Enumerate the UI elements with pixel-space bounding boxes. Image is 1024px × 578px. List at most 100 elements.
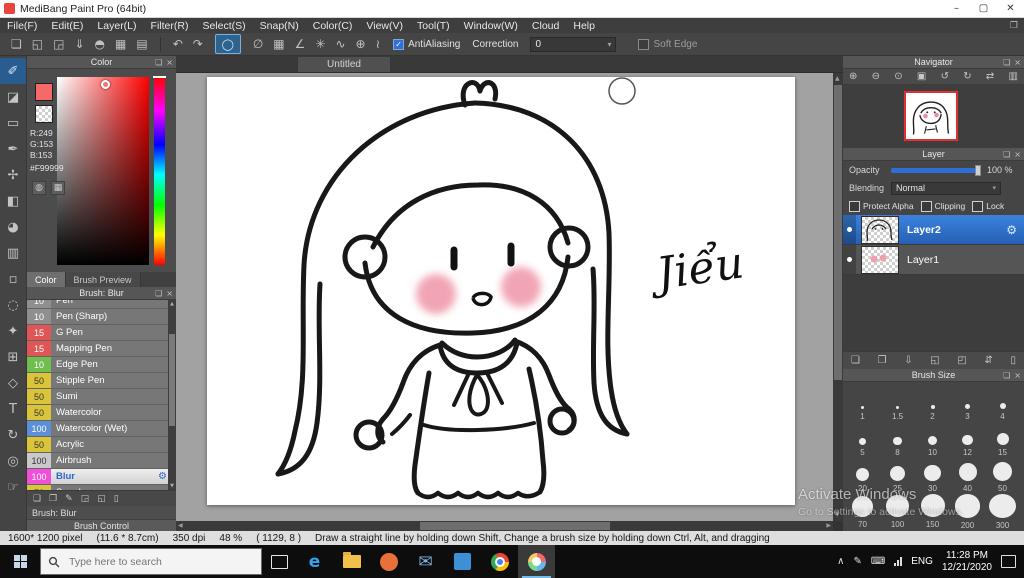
add-brush-icon[interactable]: ❏ [33, 494, 41, 504]
app-medibang[interactable] [518, 545, 555, 578]
brush-size-1-5[interactable]: 1.5 [880, 386, 915, 422]
scrollbar-thumb[interactable] [169, 334, 175, 426]
pen-tool[interactable]: ✒ [0, 136, 26, 162]
brush-size-20[interactable]: 20 [845, 458, 880, 494]
network-icon[interactable] [894, 557, 903, 566]
brush-size-200[interactable]: 200 [950, 494, 985, 530]
menu-edit-e[interactable]: Edit(E) [44, 20, 90, 32]
layer-panel-header[interactable]: Layer ❏ × [843, 148, 1024, 161]
color-panel-header[interactable]: Color ❏ × [27, 56, 176, 69]
brush-size-150[interactable]: 150 [915, 494, 950, 530]
pen-settings-icon[interactable]: ✎ [853, 556, 861, 567]
color-wheel-icon[interactable]: ◍ [32, 181, 46, 195]
save-icon[interactable]: ◲ [53, 37, 64, 51]
brush-size-8[interactable]: 8 [880, 422, 915, 458]
duplicate-brush-icon[interactable]: ❐ [49, 494, 57, 504]
brush-item-edge-pen[interactable]: 10 Edge Pen [27, 357, 176, 373]
layer-settings-icon[interactable]: ⚙ [1006, 223, 1017, 237]
snap-circle-icon[interactable]: ⊕ [356, 37, 366, 51]
checkbox-clipping[interactable]: Clipping [920, 200, 965, 212]
background-color-swatch[interactable] [35, 105, 53, 123]
menu-file-f[interactable]: File(F) [0, 20, 44, 32]
layer-folder-icon[interactable]: ◰ [957, 355, 966, 366]
merge-down-icon[interactable]: ⇩ [904, 355, 912, 366]
bucket-tool[interactable]: ◕ [0, 214, 26, 240]
snap-curve-icon[interactable]: ∿ [335, 37, 345, 51]
tab-brush-preview[interactable]: Brush Preview [65, 272, 141, 287]
color-picker-handle[interactable] [101, 80, 110, 89]
scroll-right-icon[interactable]: ▶ [826, 522, 831, 530]
brush-item-stipple-pen[interactable]: 50 Stipple Pen [27, 373, 176, 389]
scroll-down-icon[interactable]: ▼ [168, 483, 176, 489]
close-icon[interactable]: × [166, 58, 173, 67]
popout-icon[interactable]: ❏ [1003, 371, 1010, 380]
touch-keyboard-icon[interactable]: ⌨ [871, 556, 885, 567]
scroll-down-icon[interactable]: ▼ [835, 511, 840, 519]
navigator-header[interactable]: Navigator ❏ × [843, 56, 1024, 69]
snap-angle-icon[interactable]: ∠ [295, 37, 306, 51]
antialiasing-checkbox[interactable]: ✓ AntiAliasing [393, 38, 472, 50]
menu-select-s[interactable]: Select(S) [195, 20, 252, 32]
brush-size-1[interactable]: 1 [845, 386, 880, 422]
brush-item-watercolor[interactable]: 50 Watercolor [27, 405, 176, 421]
layer-visibility-toggle[interactable] [843, 215, 856, 244]
popout-icon[interactable]: ❏ [155, 58, 162, 67]
menu-layer-l[interactable]: Layer(L) [90, 20, 143, 32]
hand-tool[interactable]: ☞ [0, 474, 26, 500]
restore-icon[interactable]: ❐ [1010, 21, 1018, 31]
snap-radial-icon[interactable]: ✳ [315, 37, 325, 51]
taskbar-search[interactable] [40, 548, 262, 575]
brush-item-acrylic[interactable]: 50 Acrylic [27, 437, 176, 453]
task-view-button[interactable] [262, 545, 296, 578]
brush-item-smudge[interactable]: 70 Smudge [27, 485, 176, 490]
rotate-tool[interactable]: ↻ [0, 422, 26, 448]
menu-view-v[interactable]: View(V) [359, 20, 410, 32]
zoom-in-icon[interactable]: ⊕ [849, 71, 857, 82]
material-icon[interactable]: ▤ [136, 37, 147, 51]
move-tool[interactable]: ✢ [0, 162, 26, 188]
add-folder-icon[interactable]: ◱ [930, 355, 939, 366]
brush-size-30[interactable]: 30 [915, 458, 950, 494]
export-icon[interactable]: ⇓ [74, 37, 84, 51]
checkbox-lock[interactable]: Lock [972, 200, 1004, 212]
window-minimize-button[interactable]: – [943, 0, 970, 18]
correction-dropdown[interactable]: 0 ▾ [530, 36, 617, 52]
redo-icon[interactable]: ↷ [193, 37, 203, 51]
brush-item-blur[interactable]: 100 Blur ⚙ [27, 469, 176, 485]
blending-dropdown[interactable]: Normal ▾ [891, 181, 1001, 195]
brush-size-25[interactable]: 25 [880, 458, 915, 494]
brush-item-pen[interactable]: 10 Pen [27, 300, 176, 309]
brush-folder-icon[interactable]: ◱ [97, 494, 106, 504]
tab-untitled[interactable]: Untitled [298, 57, 390, 72]
spread-view-icon[interactable]: ▥ [1009, 71, 1018, 82]
menu-tool-t[interactable]: Tool(T) [410, 20, 457, 32]
start-button[interactable] [0, 545, 40, 578]
reorder-layer-icon[interactable]: ⇵ [984, 355, 992, 366]
close-icon[interactable]: × [1014, 150, 1021, 159]
brush-size-40[interactable]: 40 [950, 458, 985, 494]
brush-item-watercolor-wet[interactable]: 100 Watercolor (Wet) [27, 421, 176, 437]
scrollbar-thumb[interactable] [834, 85, 842, 380]
open-icon[interactable]: ◱ [32, 37, 43, 51]
language-indicator[interactable]: ENG [911, 556, 933, 567]
zoom-actual-icon[interactable]: ⊙ [894, 71, 902, 82]
brush-size-5[interactable]: 5 [845, 422, 880, 458]
brush-size-12[interactable]: 12 [950, 422, 985, 458]
menu-help[interactable]: Help [566, 20, 602, 32]
action-center-icon[interactable] [1001, 555, 1016, 568]
gradient-tool[interactable]: ▥ [0, 240, 26, 266]
app-store[interactable] [370, 545, 407, 578]
text-tool[interactable]: T [0, 396, 26, 422]
checkbox-protect-alpha[interactable]: Protect Alpha [849, 200, 914, 212]
brush-item-mapping-pen[interactable]: 15 Mapping Pen [27, 341, 176, 357]
eraser-tool[interactable]: ◪ [0, 84, 26, 110]
slider-handle[interactable] [975, 164, 981, 176]
app-chrome[interactable] [481, 545, 518, 578]
wand-tool[interactable]: ✦ [0, 318, 26, 344]
rotate-cw-icon[interactable]: ↻ [963, 71, 971, 82]
brush-size-300[interactable]: 300 [985, 494, 1020, 530]
app-photos[interactable] [444, 545, 481, 578]
lasso-tool[interactable]: ◌ [0, 292, 26, 318]
window-close-button[interactable]: ✕ [997, 0, 1024, 18]
brush-item-airbrush[interactable]: 100 Airbrush [27, 453, 176, 469]
